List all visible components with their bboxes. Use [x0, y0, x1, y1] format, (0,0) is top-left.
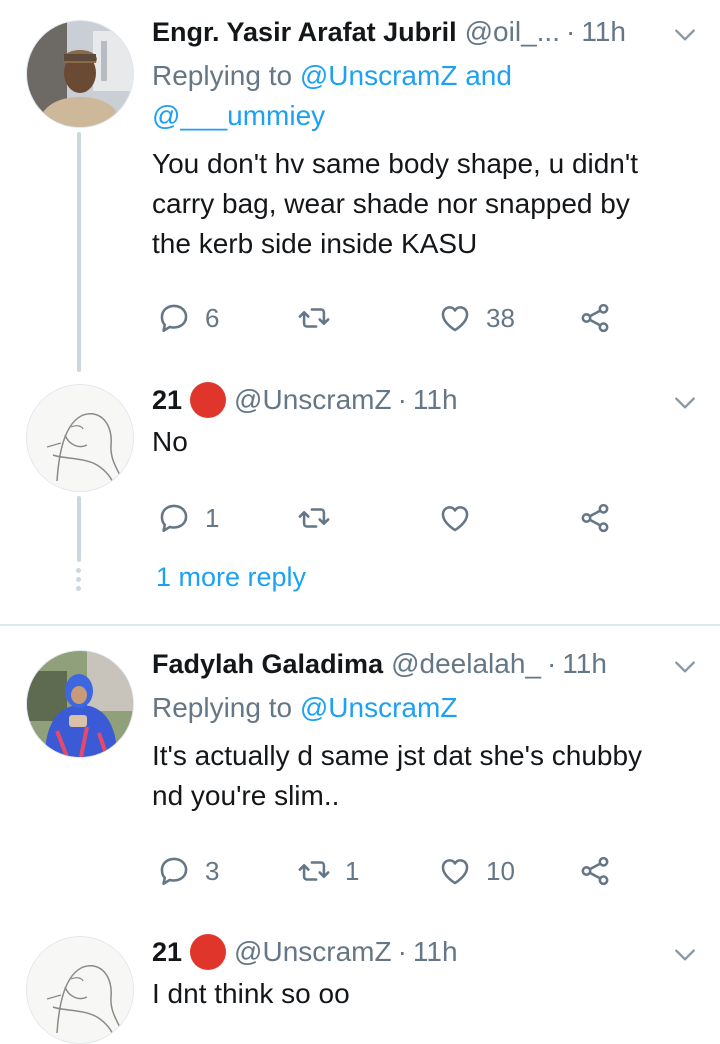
mention-link[interactable]: @UnscramZ — [300, 60, 458, 91]
author-name[interactable]: 21 — [152, 937, 182, 968]
tweet-actions: 1 — [0, 496, 720, 540]
author-handle[interactable]: @deelalah_ — [391, 648, 541, 680]
like-button[interactable] — [438, 496, 472, 540]
avatar[interactable] — [26, 384, 134, 492]
chevron-down-icon[interactable] — [672, 390, 698, 416]
retweet-button[interactable] — [297, 496, 331, 540]
share-button[interactable] — [578, 849, 612, 893]
reply-icon — [157, 854, 191, 888]
reply-count: 3 — [205, 855, 220, 886]
tweet-text-line: nd you're slim.. — [152, 780, 340, 811]
like-icon — [438, 301, 472, 335]
reply-button[interactable]: 1 — [157, 496, 219, 540]
tweet-text: You don't hv same body shape, u didn't c… — [152, 144, 638, 264]
chevron-down-icon[interactable] — [672, 654, 698, 680]
like-icon — [438, 501, 472, 535]
timestamp[interactable]: 11h — [581, 16, 626, 48]
avatar-image — [27, 937, 133, 1043]
retweet-button[interactable] — [297, 296, 331, 340]
tweet-header: Engr. Yasir Arafat Jubril @oil_... · 11h — [152, 8, 626, 56]
share-button[interactable] — [578, 496, 612, 540]
mention-link[interactable]: @UnscramZ — [300, 692, 458, 723]
replying-to: Replying to @UnscramZ — [152, 688, 457, 728]
tweet-text-line: the kerb side inside KASU — [152, 228, 478, 259]
author-handle[interactable]: @UnscramZ — [234, 936, 392, 968]
chevron-down-icon[interactable] — [672, 942, 698, 968]
retweet-count: 1 — [345, 855, 360, 886]
reply-button[interactable]: 6 — [157, 296, 219, 340]
separator-dot: · — [565, 16, 576, 47]
timestamp[interactable]: 11h — [413, 936, 458, 968]
like-count: 10 — [486, 855, 515, 886]
reply-icon — [157, 501, 191, 535]
mention-join: and — [457, 60, 512, 91]
chevron-down-icon[interactable] — [672, 22, 698, 48]
tweet-actions: 6 38 — [0, 296, 720, 340]
tweet-text-line: No — [152, 426, 188, 457]
tweet-text-line: carry bag, wear shade nor snapped by — [152, 188, 630, 219]
red-circle-emoji — [190, 934, 227, 970]
tweet-actions: 3 1 10 — [0, 849, 720, 893]
more-replies-dots — [76, 568, 82, 595]
avatar-image — [27, 385, 133, 491]
tweet-text: No — [152, 422, 188, 462]
like-count: 38 — [486, 302, 515, 333]
tweet-header: 21 @UnscramZ · 11h — [152, 376, 458, 424]
tweet-text-line: It's actually d same jst dat she's chubb… — [152, 740, 643, 771]
divider — [0, 624, 720, 626]
avatar[interactable] — [26, 650, 134, 758]
tweet-text: I dnt think so oo — [152, 974, 350, 1014]
like-icon — [438, 854, 472, 888]
separator-dot: · — [397, 936, 407, 967]
reply-button[interactable]: 3 — [157, 849, 219, 893]
share-icon — [578, 854, 612, 888]
share-icon — [578, 501, 612, 535]
more-replies-link[interactable]: 1 more reply — [156, 562, 306, 593]
red-circle-emoji — [190, 382, 227, 418]
author-name[interactable]: Engr. Yasir Arafat Jubril — [152, 17, 457, 48]
avatar-image — [27, 651, 133, 757]
replying-label: Replying to — [152, 692, 300, 723]
like-button[interactable]: 38 — [438, 296, 515, 340]
author-name[interactable]: Fadylah Galadima — [152, 649, 383, 680]
like-button[interactable]: 10 — [438, 849, 515, 893]
retweet-icon — [297, 501, 331, 535]
mention-link[interactable]: @___ummiey — [152, 100, 325, 131]
author-handle[interactable]: @oil_... — [465, 16, 560, 48]
tweet-header: 21 @UnscramZ · 11h — [152, 928, 458, 976]
tweet-text-line: I dnt think so oo — [152, 978, 350, 1009]
reply-count: 1 — [205, 502, 220, 533]
tweet-text: It's actually d same jst dat she's chubb… — [152, 736, 642, 816]
retweet-icon — [297, 301, 331, 335]
avatar[interactable] — [26, 20, 134, 128]
timestamp[interactable]: 11h — [562, 648, 607, 680]
reply-count: 6 — [205, 302, 220, 333]
retweet-button[interactable]: 1 — [297, 849, 359, 893]
replying-to-continued: @___ummiey — [152, 96, 325, 136]
author-handle[interactable]: @UnscramZ — [234, 384, 392, 416]
reply-icon — [157, 301, 191, 335]
replying-label: Replying to — [152, 60, 300, 91]
tweet-text-line: You don't hv same body shape, u didn't — [152, 148, 639, 179]
separator-dot: · — [546, 648, 557, 679]
separator-dot: · — [397, 384, 407, 415]
retweet-icon — [297, 854, 331, 888]
timestamp[interactable]: 11h — [413, 384, 458, 416]
share-button[interactable] — [578, 296, 612, 340]
share-icon — [578, 301, 612, 335]
author-name[interactable]: 21 — [152, 385, 182, 416]
avatar[interactable] — [26, 936, 134, 1044]
replying-to: Replying to @UnscramZ and — [152, 56, 512, 96]
tweet-header: Fadylah Galadima @deelalah_ · 11h — [152, 640, 607, 688]
avatar-image — [27, 21, 133, 127]
